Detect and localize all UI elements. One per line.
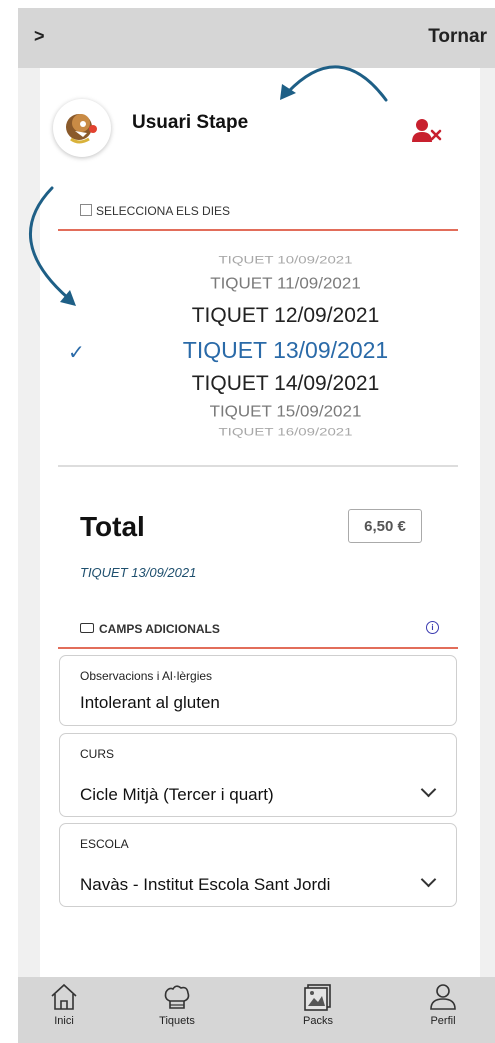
calendar-icon — [80, 204, 92, 216]
school-label: ESCOLA — [80, 837, 129, 851]
picker-option[interactable]: TIQUET 12/09/2021 — [58, 304, 458, 328]
check-icon: ✓ — [68, 342, 85, 364]
picker-option[interactable]: TIQUET 15/09/2021 — [58, 403, 458, 421]
picker-option[interactable]: TIQUET 14/09/2021 — [58, 372, 458, 396]
section-rule — [58, 647, 458, 649]
school-value[interactable]: Navàs - Institut Escola Sant Jordi — [80, 875, 330, 895]
observations-field[interactable]: Observacions i Al·lèrgies Intolerant al … — [59, 655, 457, 726]
tab-packs[interactable]: Packs — [278, 977, 358, 1043]
school-select[interactable]: ESCOLA Navàs - Institut Escola Sant Jord… — [59, 823, 457, 907]
gallery-icon — [304, 984, 331, 1011]
home-icon — [51, 983, 77, 1010]
tab-label: Perfil — [430, 1015, 456, 1027]
bottom-tab-bar: Inici Tiquets Packs Perfil — [18, 977, 495, 1043]
course-select[interactable]: CURS Cicle Mitjà (Tercer i quart) — [59, 733, 457, 817]
select-days-heading: SELECCIONA ELS DIES — [80, 204, 230, 218]
picker-option[interactable]: TIQUET 11/09/2021 — [58, 275, 458, 293]
user-icon — [430, 984, 456, 1010]
day-picker[interactable]: TIQUET 10/09/2021 TIQUET 11/09/2021 TIQU… — [58, 248, 458, 448]
tab-label: Packs — [303, 1015, 333, 1027]
total-label: Total — [80, 511, 145, 542]
picker-option-selected[interactable]: TIQUET 13/09/2021 — [58, 337, 458, 364]
tab-label: Tiquets — [159, 1015, 195, 1027]
selected-ticket-text: TIQUET 13/09/2021 — [80, 565, 197, 580]
info-icon[interactable]: i — [426, 621, 439, 634]
divider — [58, 465, 458, 467]
tab-perfil[interactable]: Perfil — [403, 977, 483, 1043]
observations-label: Observacions i Al·lèrgies — [80, 669, 213, 683]
card-icon — [80, 623, 94, 633]
tab-label: Inici — [54, 1015, 74, 1027]
picker-option[interactable]: TIQUET 16/09/2021 — [58, 426, 458, 438]
picker-option[interactable]: TIQUET 10/09/2021 — [58, 254, 458, 266]
chevron-down-icon[interactable] — [420, 781, 437, 798]
price-badge: 6,50 € — [348, 509, 422, 543]
course-label: CURS — [80, 747, 115, 761]
chevron-down-icon[interactable] — [420, 871, 437, 888]
tab-inici[interactable]: Inici — [24, 977, 104, 1043]
additional-fields-heading: CAMPS ADICIONALS — [80, 622, 220, 636]
tab-tiquets[interactable]: Tiquets — [137, 977, 217, 1043]
observations-input[interactable]: Intolerant al gluten — [80, 693, 220, 713]
course-value[interactable]: Cicle Mitjà (Tercer i quart) — [80, 785, 274, 805]
chef-hat-icon — [164, 985, 190, 1009]
section-rule — [58, 229, 458, 231]
